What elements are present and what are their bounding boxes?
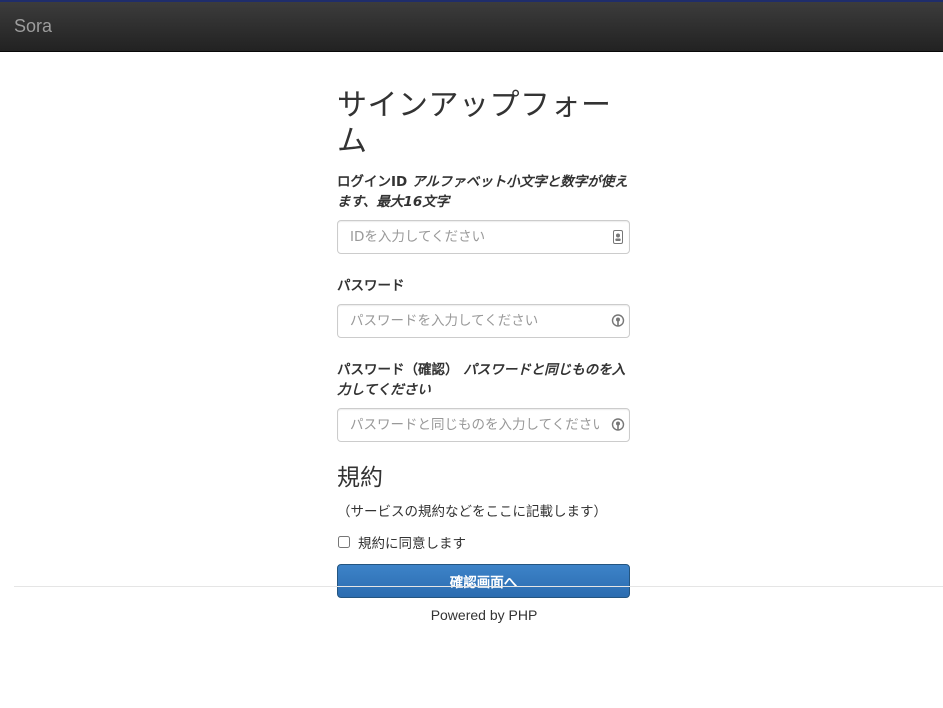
terms-agree-checkbox[interactable]: [338, 536, 350, 548]
terms-text: （サービスの規約などをここに記載します）: [337, 504, 607, 520]
brand-link[interactable]: Sora: [14, 16, 52, 37]
key-icon: [611, 418, 625, 431]
terms-title: 規約: [337, 465, 383, 491]
terms-agree-row[interactable]: 規約に同意します: [337, 532, 630, 552]
password-field-wrapper: [337, 304, 630, 338]
password-confirm-input[interactable]: [338, 409, 629, 441]
password-confirm-field-wrapper: [337, 408, 630, 442]
login-id-label-text: ログインID: [337, 174, 408, 190]
footer-divider: [14, 586, 943, 587]
login-id-input[interactable]: [338, 221, 629, 253]
password-label: パスワード: [337, 278, 405, 294]
key-icon: [611, 314, 625, 327]
page-title: サインアップフォーム: [337, 88, 612, 159]
login-id-label: ログインID アルファベット小文字と数字が使えます、最大16文字: [337, 172, 630, 212]
login-id-field-wrapper: [337, 220, 630, 254]
confirm-button[interactable]: 確認画面へ: [337, 564, 630, 598]
contact-card-icon: [613, 230, 623, 244]
footer-text: Powered by PHP: [430, 607, 538, 623]
navbar: Sora: [0, 0, 943, 52]
terms-agree-label: 規約に同意します: [358, 536, 466, 552]
password-confirm-label: パスワード（確認） パスワードと同じものを入力してください: [337, 360, 630, 400]
password-input[interactable]: [338, 305, 629, 337]
password-confirm-label-text: パスワード（確認）: [337, 362, 459, 378]
signup-form: サインアップフォーム ログインID アルファベット小文字と数字が使えます、最大1…: [337, 88, 630, 598]
